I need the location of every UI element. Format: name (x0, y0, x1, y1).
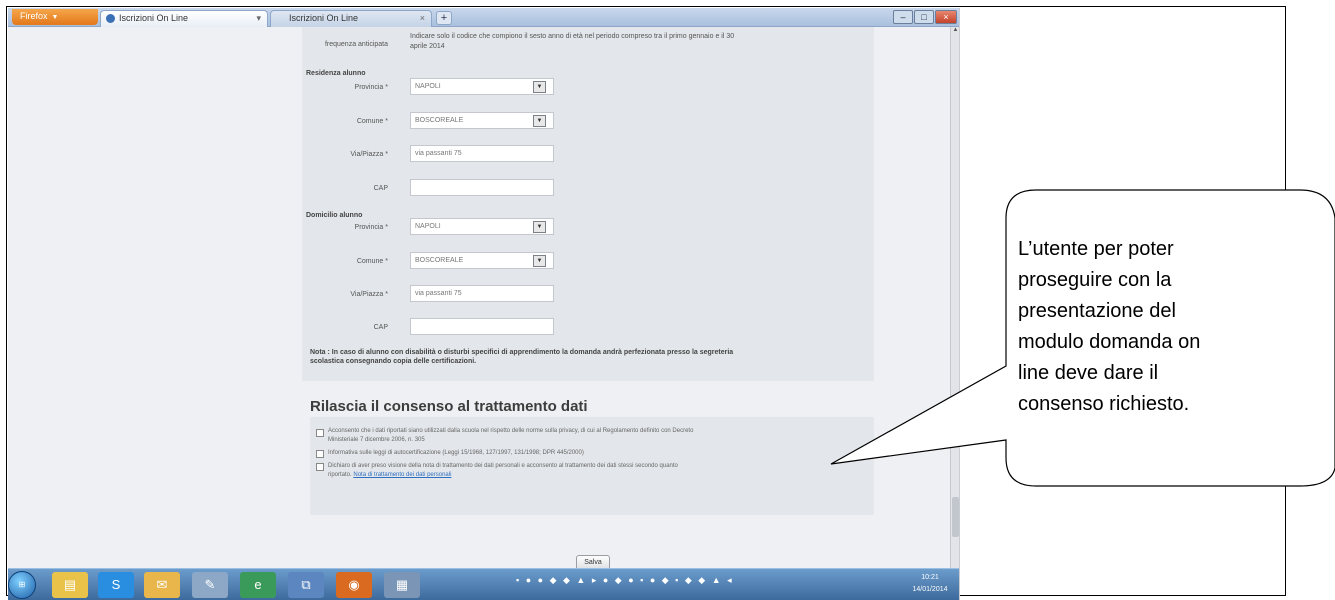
callout-line: modulo domanda on (1018, 331, 1201, 353)
callout-line: presentazione del (1018, 300, 1176, 322)
callout-line: proseguire con la (1018, 269, 1172, 291)
callout-line: consenso richiesto. (1018, 393, 1190, 415)
callout-line: line deve dare il (1018, 362, 1159, 384)
callout-line: L’utente per poter (1018, 238, 1174, 260)
callout-text: L’utente per poter proseguire con la pre… (1018, 234, 1280, 420)
